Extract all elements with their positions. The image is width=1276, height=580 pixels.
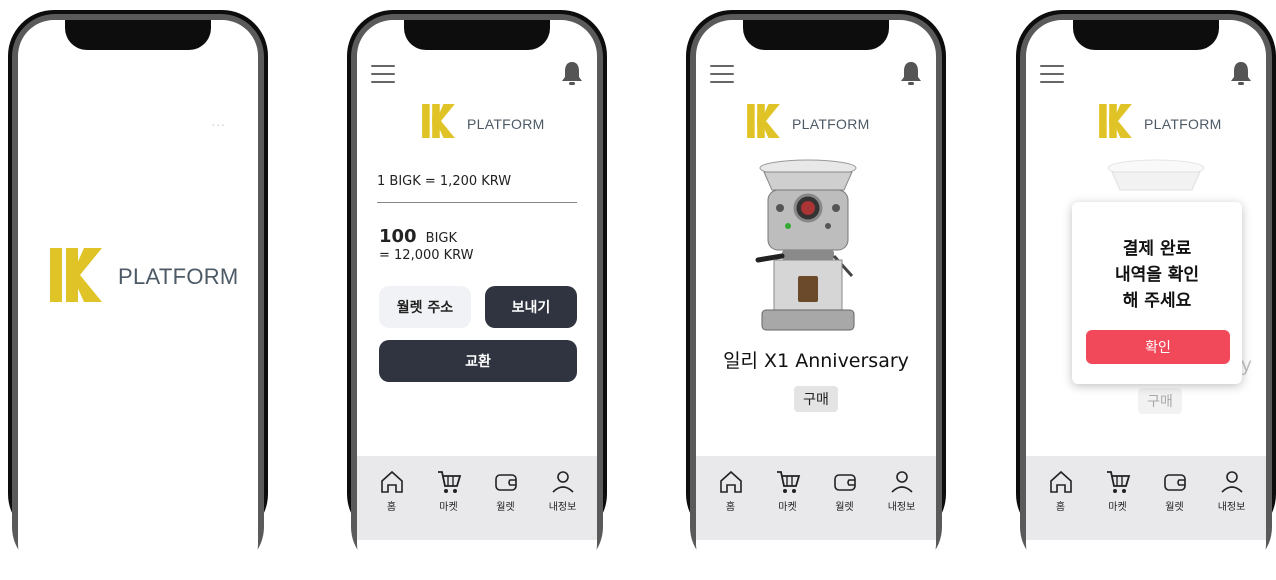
cart-icon [1106,471,1130,493]
wallet-icon [833,474,856,491]
tab-label: 내정보 [548,502,577,513]
modal-line: 내역을 확인 [1114,265,1200,285]
cart-icon [437,471,461,493]
tab-profile[interactable]: 내정보 [538,468,588,540]
modal-line: 해 주세요 [1122,291,1192,311]
balance-amount: 100 [379,226,417,247]
balance-block: 100 BIGK [379,226,457,247]
notch [1073,20,1219,50]
brand-wordmark: PLATFORM [467,116,545,132]
tab-label: 홈 [1055,502,1066,513]
payment-complete-modal: 결제 완료 내역을 확인 해 주세요 확인 [1072,202,1242,384]
splash-screen: ... PLATFORM [18,20,258,580]
bottom-tab-bar: 홈 마켓 월렛 내정보 [357,456,597,540]
phone-confirm: PLATFORM y 구매 결제 완료 내역을 확인 해 주세요 확인 홈 마켓… [1016,10,1276,580]
balance-unit: BIGK [425,231,458,246]
bk-logo-icon [1099,104,1132,138]
cart-icon [776,471,800,493]
tab-label: 홈 [386,502,397,513]
product-name: 일리 X1 Anniversary [723,350,909,372]
tab-label: 마켓 [1108,502,1127,513]
menu-icon[interactable] [710,65,734,83]
home-icon [719,470,742,493]
brand-logo: PLATFORM [50,248,239,302]
send-button[interactable]: 보내기 [485,286,577,328]
user-icon [890,471,913,493]
bk-logo-icon [422,104,455,138]
buy-button: 구매 [1138,388,1182,414]
tab-label: 내정보 [887,502,916,513]
exchange-rate: 1 BIGK = 1,200 KRW [377,174,512,189]
bottom-tab-bar: 홈 마켓 월렛 내정보 [1026,456,1266,540]
confirm-screen: PLATFORM y 구매 결제 완료 내역을 확인 해 주세요 확인 홈 마켓… [1026,20,1266,580]
home-icon [380,470,403,493]
user-icon [1220,471,1243,493]
balance-krw: = 12,000 KRW [379,248,474,263]
buy-button[interactable]: 구매 [794,386,838,412]
wallet-screen: PLATFORM 1 BIGK = 1,200 KRW 100 BIGK = 1… [357,20,597,580]
tab-wallet[interactable]: 월렛 [820,468,870,540]
tab-profile[interactable]: 내정보 [877,468,927,540]
tab-market[interactable]: 마켓 [1093,468,1143,540]
notch [65,20,211,50]
tab-label: 마켓 [778,502,797,513]
bk-logo-icon [50,248,102,302]
notch [743,20,889,50]
brand-logo: PLATFORM [746,104,870,138]
modal-message: 결제 완료 내역을 확인 해 주세요 [1072,236,1242,314]
home-icon [1049,470,1072,493]
bell-icon[interactable] [1230,60,1252,86]
modal-line: 결제 완료 [1122,239,1192,259]
phone-splash: ... PLATFORM [8,10,268,580]
brand-logo: PLATFORM [1098,104,1222,138]
wallet-icon [1163,474,1186,491]
espresso-machine-image [755,159,857,331]
tab-home[interactable]: 홈 [706,468,756,540]
tab-profile[interactable]: 내정보 [1207,468,1257,540]
faded-product-name: y [1240,354,1252,376]
market-screen: PLATFORM 일리 X1 Anniversary 구매 홈 마켓 월렛 내정… [696,20,936,580]
tab-wallet[interactable]: 월렛 [481,468,531,540]
tab-market[interactable]: 마켓 [424,468,474,540]
brand-wordmark: PLATFORM [118,264,239,289]
tab-home[interactable]: 홈 [367,468,417,540]
tab-market[interactable]: 마켓 [763,468,813,540]
user-icon [551,471,574,493]
notch [404,20,550,50]
menu-icon[interactable] [1040,65,1064,83]
tab-label: 월렛 [835,502,854,513]
tab-label: 월렛 [496,502,515,513]
tab-wallet[interactable]: 월렛 [1150,468,1200,540]
menu-icon[interactable] [371,65,395,83]
divider [377,202,577,203]
phone-wallet: PLATFORM 1 BIGK = 1,200 KRW 100 BIGK = 1… [347,10,607,580]
bk-logo-icon [747,104,780,138]
tab-label: 월렛 [1165,502,1184,513]
phone-market: PLATFORM 일리 X1 Anniversary 구매 홈 마켓 월렛 내정… [686,10,946,580]
tab-label: 내정보 [1217,502,1246,513]
wallet-address-button[interactable]: 월렛 주소 [379,286,471,328]
brand-logo: PLATFORM [421,104,545,138]
wallet-icon [494,474,517,491]
brand-wordmark: PLATFORM [1144,116,1222,132]
bottom-tab-bar: 홈 마켓 월렛 내정보 [696,456,936,540]
exchange-button[interactable]: 교환 [379,340,577,382]
bell-icon[interactable] [900,60,922,86]
bell-icon[interactable] [561,60,583,86]
brand-wordmark: PLATFORM [792,116,870,132]
more-dots: ... [211,115,226,129]
ok-button[interactable]: 확인 [1086,330,1230,364]
tab-home[interactable]: 홈 [1036,468,1086,540]
tab-label: 홈 [725,502,736,513]
tab-label: 마켓 [439,502,458,513]
